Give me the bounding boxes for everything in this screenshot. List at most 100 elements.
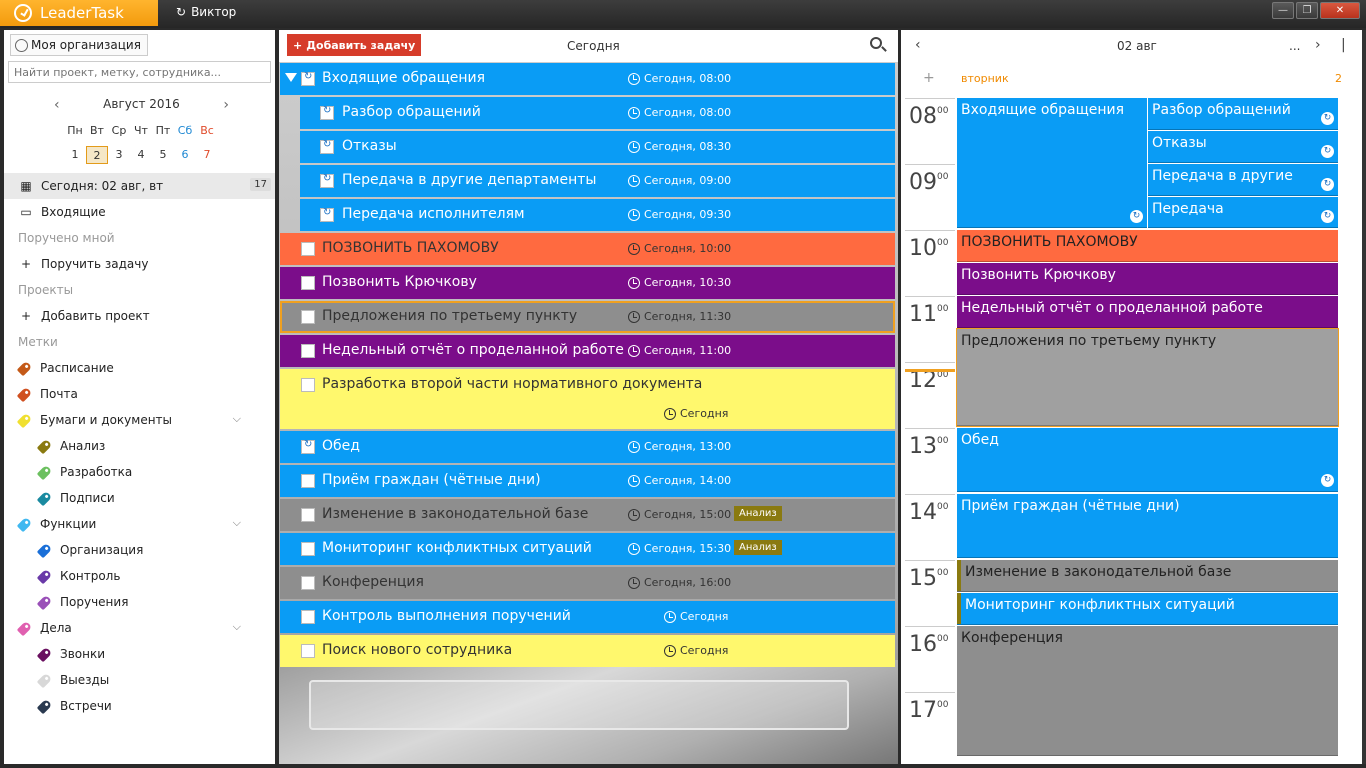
sidebar-item[interactable]: Контроль xyxy=(4,563,275,589)
task-row[interactable]: Разработка второй части нормативного док… xyxy=(280,369,895,429)
more-icon[interactable]: ... xyxy=(1289,39,1300,53)
task-row[interactable]: Отказы Сегодня, 08:30 xyxy=(300,131,895,163)
calendar-day[interactable]: 2 xyxy=(86,146,108,164)
prev-day-icon[interactable]: ‹ xyxy=(915,37,921,53)
task-row[interactable]: ПОЗВОНИТЬ ПАХОМОВУ Сегодня, 10:00 xyxy=(280,233,895,265)
organization-button[interactable]: Моя организация xyxy=(10,34,148,56)
task-due[interactable]: Сегодня, 08:30 xyxy=(628,140,731,153)
calendar-event[interactable]: Недельный отчёт о проделанной работе xyxy=(957,296,1338,328)
sidebar-item[interactable]: + Добавить проект xyxy=(4,303,275,329)
sidebar-item[interactable]: Бумаги и документы ⌵ xyxy=(4,407,275,433)
calendar-day[interactable]: 1 xyxy=(64,146,86,164)
task-row[interactable]: Поиск нового сотрудника Сегодня xyxy=(280,635,895,667)
sidebar-item[interactable]: + Поручить задачу xyxy=(4,251,275,277)
sidebar-item[interactable]: Функции ⌵ xyxy=(4,511,275,537)
tag-badge[interactable]: Анализ xyxy=(734,540,782,555)
calendar-day[interactable]: 3 xyxy=(108,146,130,164)
task-due[interactable]: Сегодня, 08:00 xyxy=(628,106,731,119)
calendar-event[interactable]: Отказы ↻ xyxy=(1148,131,1338,163)
chevron-down-icon[interactable]: ⌵ xyxy=(233,516,241,530)
task-due[interactable]: Сегодня, 08:00 xyxy=(628,72,731,85)
task-due[interactable]: Сегодня, 11:30 xyxy=(628,310,731,323)
app-brand[interactable]: LeaderTask xyxy=(0,0,158,26)
chevron-down-icon[interactable]: ⌵ xyxy=(233,620,241,634)
add-task-button[interactable]: + Добавить задачу xyxy=(287,34,422,56)
calendar-day[interactable]: 6 xyxy=(174,146,196,164)
calendar-event[interactable]: ПОЗВОНИТЬ ПАХОМОВУ xyxy=(957,230,1338,262)
sidebar-item[interactable]: Почта xyxy=(4,381,275,407)
task-row[interactable]: Передача исполнителям Сегодня, 09:30 xyxy=(300,199,895,231)
sidebar-item[interactable]: Звонки xyxy=(4,641,275,667)
close-button[interactable]: ✕ xyxy=(1320,2,1360,19)
task-checkbox[interactable] xyxy=(301,71,315,86)
task-checkbox[interactable] xyxy=(301,610,315,624)
task-due[interactable]: Сегодня, 09:30 xyxy=(628,208,731,221)
sidebar-item[interactable]: Подписи xyxy=(4,485,275,511)
task-due[interactable]: Сегодня, 09:00 xyxy=(628,174,731,187)
add-event-icon[interactable]: + xyxy=(923,70,935,86)
task-row[interactable]: Входящие обращения Сегодня, 08:00 xyxy=(280,63,895,95)
sidebar-item[interactable]: Анализ xyxy=(4,433,275,459)
task-checkbox[interactable] xyxy=(301,644,315,658)
search-input[interactable] xyxy=(8,61,271,83)
task-due[interactable]: Сегодня xyxy=(664,610,728,623)
calendar-event[interactable]: Передача в другие ↻ xyxy=(1148,164,1338,196)
task-row[interactable]: Изменение в законодательной базе Сегодня,… xyxy=(280,499,895,531)
task-checkbox[interactable] xyxy=(301,378,315,392)
task-row[interactable]: Конференция Сегодня, 16:00 xyxy=(280,567,895,599)
task-due[interactable]: Сегодня, 16:00 xyxy=(628,576,731,589)
task-checkbox[interactable] xyxy=(301,439,315,454)
task-due[interactable]: Сегодня, 10:00 xyxy=(628,242,731,255)
calendar-event[interactable]: Изменение в законодательной базе xyxy=(957,560,1338,592)
task-checkbox[interactable] xyxy=(301,310,315,324)
task-due[interactable]: Сегодня, 15:00 xyxy=(628,508,731,521)
task-checkbox[interactable] xyxy=(301,344,315,358)
sidebar-item[interactable]: Разработка xyxy=(4,459,275,485)
calendar-event[interactable]: Конференция xyxy=(957,626,1338,756)
task-due[interactable]: Сегодня xyxy=(664,407,728,420)
maximize-button[interactable]: ❐ xyxy=(1296,2,1318,19)
minimize-button[interactable]: — xyxy=(1272,2,1294,19)
task-checkbox[interactable] xyxy=(320,105,334,120)
task-checkbox[interactable] xyxy=(320,139,334,154)
sidebar-item[interactable]: Дела ⌵ xyxy=(4,615,275,641)
next-day-icon[interactable]: › xyxy=(1315,37,1321,53)
scrollbar[interactable] xyxy=(1362,30,1366,764)
sidebar-item[interactable]: ▦ Сегодня: 02 авг, вт 17 xyxy=(4,173,275,199)
task-checkbox[interactable] xyxy=(301,542,315,556)
task-row[interactable]: Приём граждан (чётные дни) Сегодня, 14:00 xyxy=(280,465,895,497)
sidebar-item[interactable]: Расписание xyxy=(4,355,275,381)
calendar-day[interactable]: 5 xyxy=(152,146,174,164)
task-due[interactable]: Сегодня, 15:30 xyxy=(628,542,731,555)
task-due[interactable]: Сегодня xyxy=(664,644,728,657)
task-checkbox[interactable] xyxy=(301,242,315,256)
task-due[interactable]: Сегодня, 11:00 xyxy=(628,344,731,357)
sidebar-item[interactable]: Выезды xyxy=(4,667,275,693)
collapse-icon[interactable] xyxy=(285,73,297,82)
sidebar-item[interactable]: Встречи xyxy=(4,693,275,719)
task-row[interactable]: Позвонить Крючкову Сегодня, 10:30 xyxy=(280,267,895,299)
search-icon[interactable] xyxy=(870,37,882,49)
task-checkbox[interactable] xyxy=(301,276,315,290)
task-due[interactable]: Сегодня, 10:30 xyxy=(628,276,731,289)
task-row[interactable]: Мониторинг конфликтных ситуаций Сегодня, … xyxy=(280,533,895,565)
calendar-event[interactable]: Разбор обращений ↻ xyxy=(1148,98,1338,130)
chevron-down-icon[interactable]: ⌵ xyxy=(233,412,241,426)
task-checkbox[interactable] xyxy=(301,474,315,488)
calendar-day[interactable]: 7 xyxy=(196,146,218,164)
calendar-event[interactable]: Входящие обращения ↻ xyxy=(957,98,1147,228)
calendar-event[interactable]: Обед ↻ xyxy=(957,428,1338,492)
task-row[interactable]: Недельный отчёт о проделанной работе Сего… xyxy=(280,335,895,367)
task-row[interactable]: Предложения по третьему пункту Сегодня, 1… xyxy=(280,301,895,333)
calendar-event[interactable]: Приём граждан (чётные дни) xyxy=(957,494,1338,558)
sidebar-item[interactable]: Организация xyxy=(4,537,275,563)
task-row[interactable]: Разбор обращений Сегодня, 08:00 xyxy=(300,97,895,129)
prev-month-icon[interactable]: ‹ xyxy=(54,97,60,113)
task-due[interactable]: Сегодня, 13:00 xyxy=(628,440,731,453)
user-menu[interactable]: ↻ Виктор xyxy=(176,5,236,19)
calendar-day[interactable]: 4 xyxy=(130,146,152,164)
task-checkbox[interactable] xyxy=(320,173,334,188)
task-row[interactable]: Обед Сегодня, 13:00 xyxy=(280,431,895,463)
task-checkbox[interactable] xyxy=(320,207,334,222)
calendar-event[interactable]: Передача ↻ xyxy=(1148,197,1338,228)
